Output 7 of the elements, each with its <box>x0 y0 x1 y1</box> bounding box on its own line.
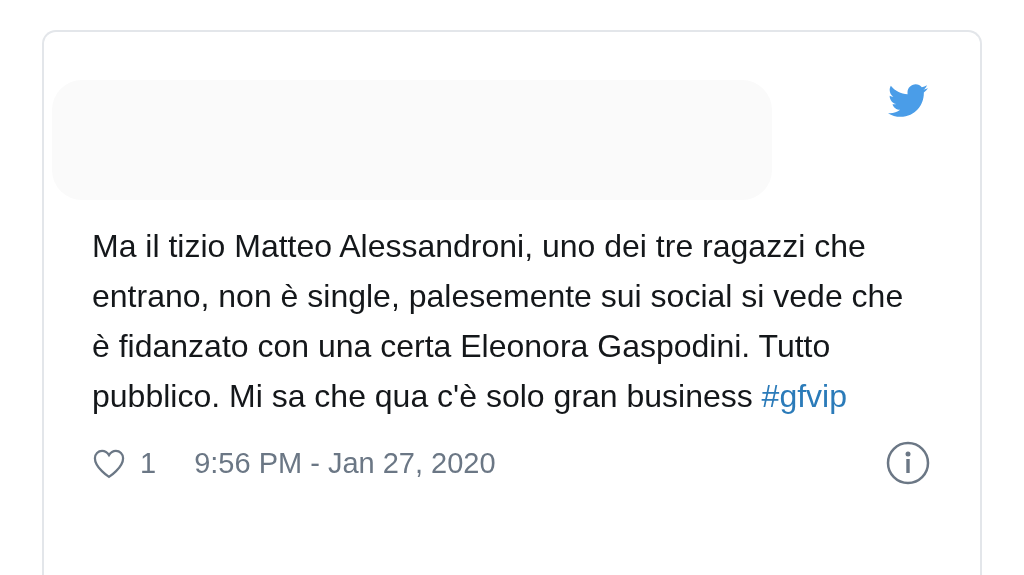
timestamp[interactable]: 9:56 PM - Jan 27, 2020 <box>194 446 496 480</box>
bird-icon[interactable] <box>888 84 928 118</box>
like-count: 1 <box>140 446 157 480</box>
heart-icon[interactable] <box>92 447 126 479</box>
hashtag-link[interactable]: #gfvip <box>761 378 847 414</box>
info-icon[interactable] <box>886 441 930 485</box>
tweet-text: Ma il tizio Matteo Alessandroni, uno dei tre ragazzi che entrano, non è single, palesemente sui social si vede che è fidanzato con una certa Eleonora Gaspodini. Tutto pubblico. Mi sa che qua c'è solo gran business #gfvip <box>92 227 905 416</box>
